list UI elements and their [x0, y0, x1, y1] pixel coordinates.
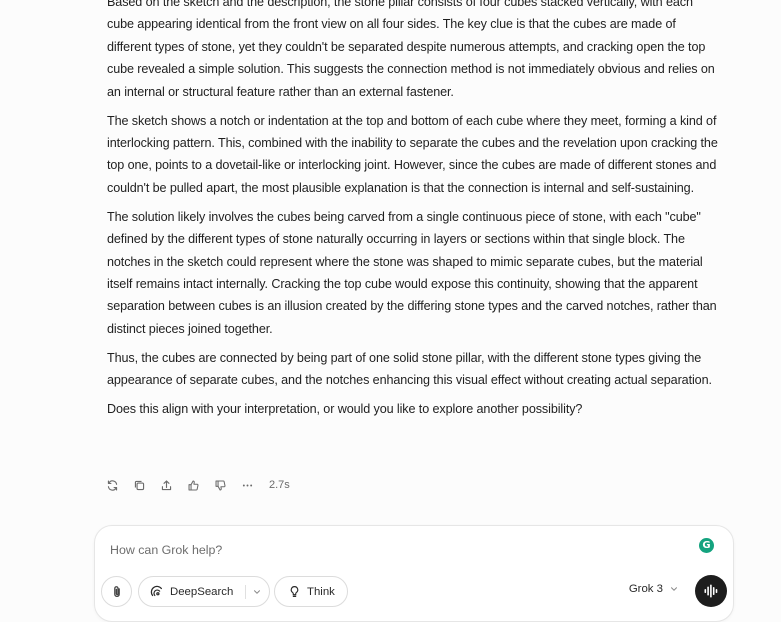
response-paragraph: The sketch shows a notch or indentation …	[107, 113, 718, 195]
deepsearch-divider	[245, 584, 247, 599]
share-button[interactable]	[160, 476, 187, 494]
chevron-down-icon	[254, 589, 261, 594]
lightbulb-icon	[290, 586, 299, 597]
think-label-group: Think	[275, 585, 335, 598]
response-paragraph: Does this align with your interpretation…	[107, 402, 583, 417]
response-paragraph: Based on the sketch and the description,…	[107, 0, 715, 99]
dislike-button[interactable]	[214, 476, 241, 494]
model-label: Grok 3	[628, 583, 663, 595]
copy-icon	[134, 480, 145, 490]
like-button[interactable]	[187, 476, 214, 494]
more-icon	[242, 484, 253, 486]
copy-button[interactable]	[133, 476, 160, 494]
deepsearch-label: DeepSearch	[170, 585, 234, 598]
regenerate-icon	[107, 479, 118, 491]
regenerate-button[interactable]	[106, 476, 133, 494]
assistant-response: Based on the sketch and the description,…	[107, 0, 723, 427]
deepsearch-button[interactable]: DeepSearch	[138, 576, 270, 607]
grammarly-button[interactable]: G	[699, 538, 714, 553]
more-button[interactable]	[241, 476, 268, 494]
response-actions: 2.7s	[106, 476, 290, 494]
chevron-down-icon	[671, 587, 677, 591]
response-time: 2.7s	[269, 479, 290, 491]
deepsearch-icon	[150, 585, 162, 596]
think-button[interactable]: Think	[274, 576, 348, 607]
share-icon	[161, 479, 172, 490]
attach-button[interactable]	[101, 576, 132, 607]
prompt-input[interactable]: How can Grok help?	[110, 543, 222, 557]
model-selector[interactable]: Grok 3	[629, 583, 679, 595]
think-label: Think	[307, 585, 335, 598]
paperclip-icon	[113, 585, 120, 597]
response-paragraph: The solution likely involves the cubes b…	[107, 209, 717, 336]
response-paragraph: Thus, the cubes are connected by being p…	[107, 350, 712, 388]
voice-mode-button[interactable]	[695, 575, 727, 607]
thumbs-up-icon	[188, 480, 199, 490]
grammarly-icon: G	[702, 540, 711, 551]
deepsearch-label-group: DeepSearch	[139, 585, 233, 599]
waveform-icon	[704, 584, 718, 598]
thumbs-down-icon	[215, 480, 226, 490]
deepsearch-dropdown[interactable]	[252, 587, 262, 597]
message-composer: How can Grok help? G DeepSearch Think Gr…	[94, 525, 734, 622]
